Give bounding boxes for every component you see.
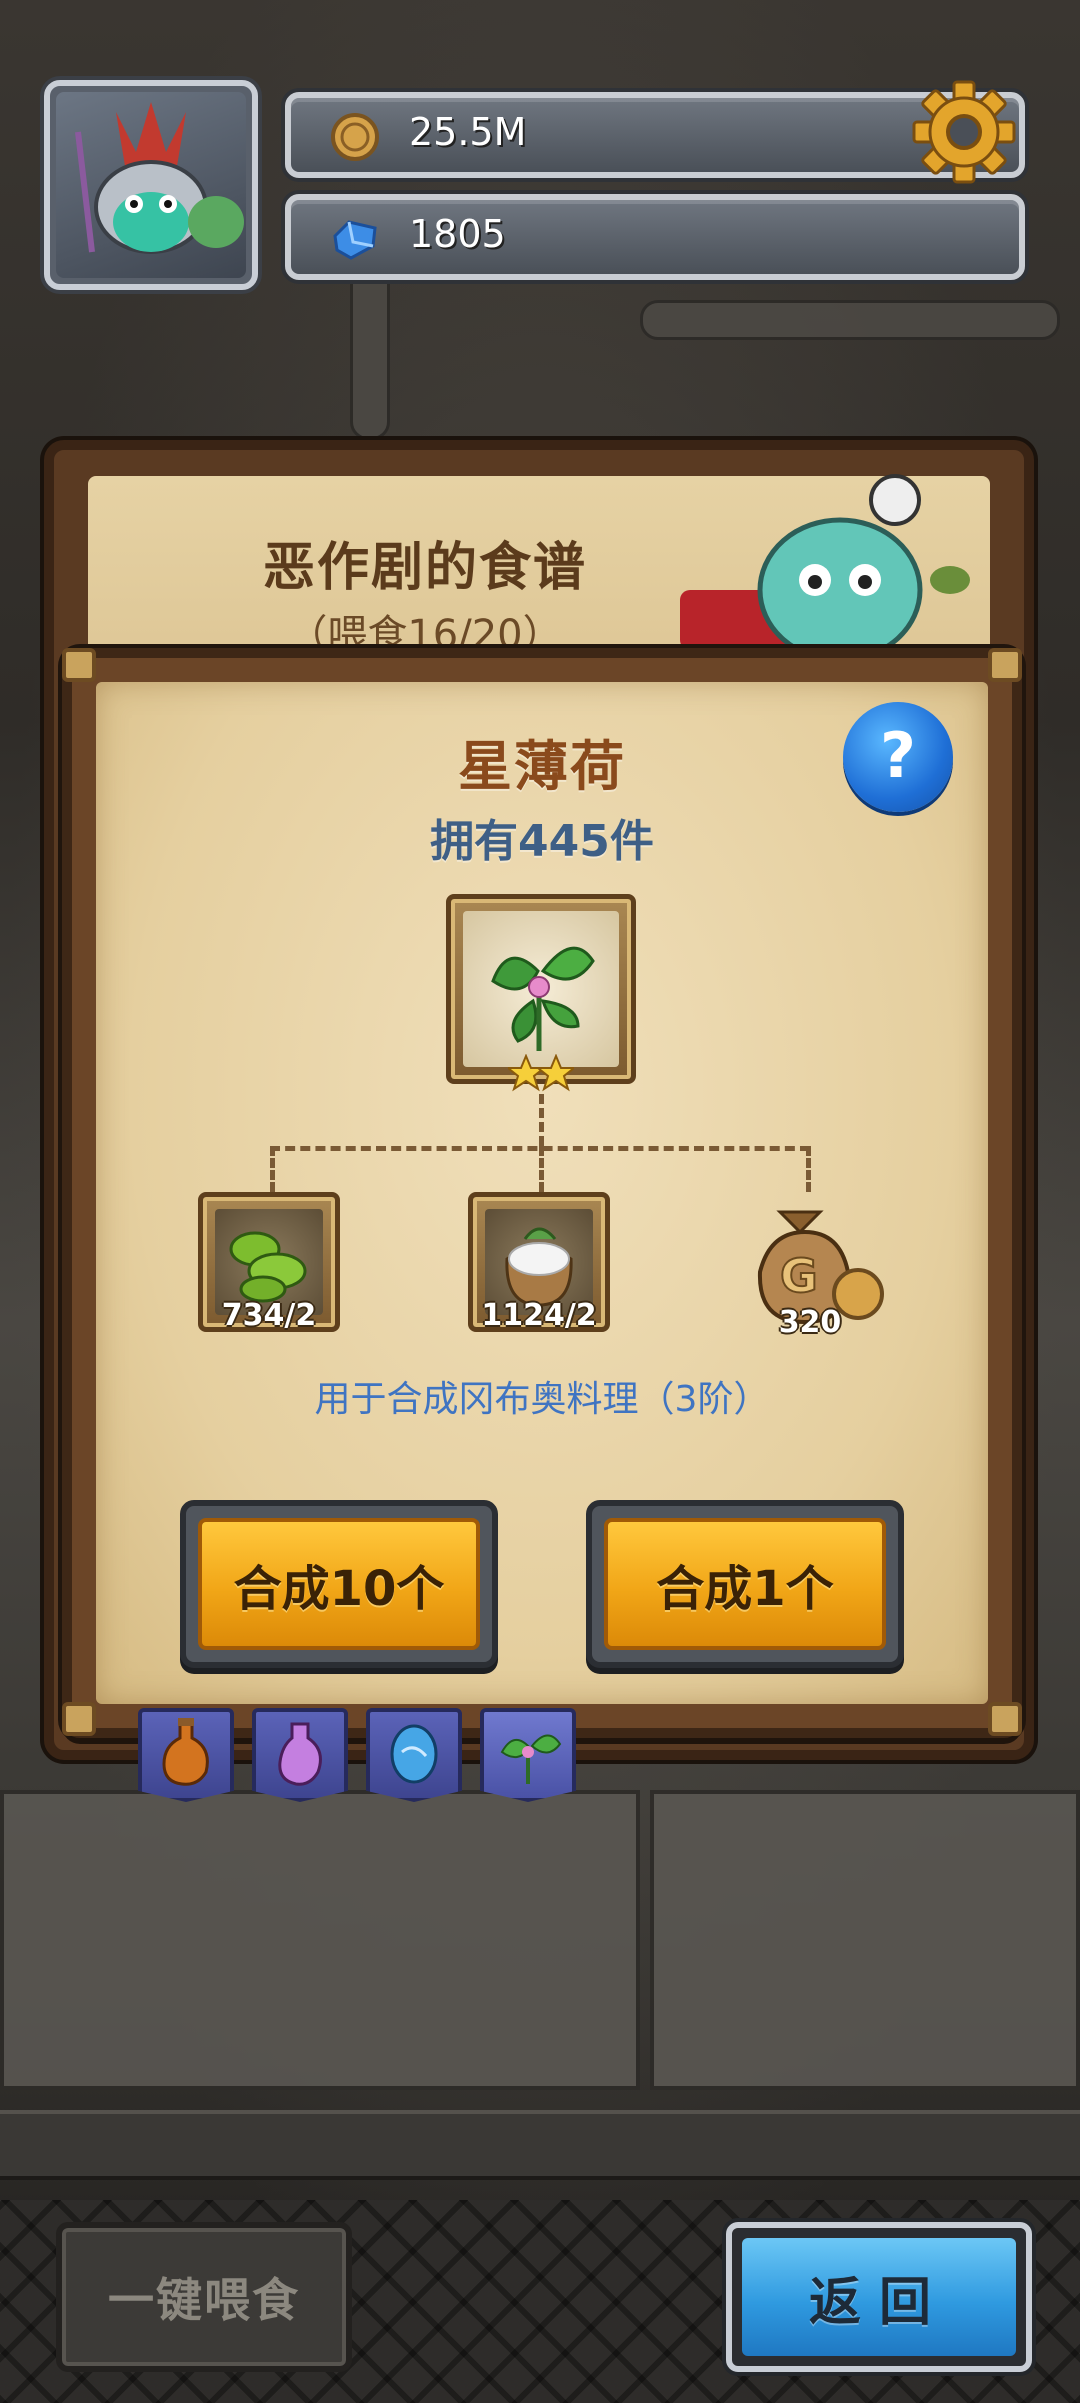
item-owned-count: 拥有445件 [430, 816, 654, 867]
gold-amount: 25.5M [409, 110, 527, 154]
material-slot[interactable]: 734/2 [198, 1192, 340, 1333]
return-label: 返回 [742, 2238, 1016, 2356]
blue-gem-icon [333, 220, 377, 260]
background-rail [0, 2110, 1080, 2180]
background-slab [650, 1790, 1080, 2090]
tab-potion[interactable] [138, 1708, 234, 1802]
panel-corner [62, 648, 96, 682]
background-pipe [640, 300, 1060, 340]
craft-1-label: 合成1个 [604, 1518, 886, 1650]
tab-blue-egg[interactable] [366, 1708, 462, 1802]
gold-cost-amount: 320 [778, 1305, 842, 1340]
blue-egg-icon [390, 1724, 438, 1784]
svg-text:G: G [780, 1249, 818, 1303]
tab-purple-potion[interactable] [252, 1708, 348, 1802]
background-slab [0, 1790, 640, 2090]
craft-10-label: 合成10个 [198, 1518, 480, 1650]
gold-coin-icon [331, 113, 379, 161]
material-slot[interactable]: 1124/2 [468, 1192, 610, 1333]
recipe-connector [539, 1146, 544, 1192]
one-click-feed-button[interactable]: 一键喂食 [56, 2222, 352, 2372]
panel-corner [988, 1702, 1022, 1736]
player-avatar[interactable] [44, 80, 258, 290]
recipe-connector [270, 1146, 275, 1192]
mint-leaf-icon [491, 946, 595, 1051]
tab-mint[interactable] [480, 1708, 576, 1802]
background-pipe [350, 260, 390, 440]
usage-description: 用于合成冈布奥料理（3阶） [314, 1379, 770, 1420]
panel-corner [62, 1702, 96, 1736]
avatar-image [56, 92, 246, 278]
purple-potion-icon [278, 1722, 322, 1786]
craft-10-button[interactable]: 合成10个 [180, 1500, 498, 1668]
gold-cost: G 320 [730, 1192, 890, 1342]
material-count: 1124/2 [481, 1298, 597, 1333]
settings-gear-icon[interactable] [910, 78, 1018, 186]
recipe-connector [539, 1094, 544, 1146]
gem-amount: 1805 [409, 212, 506, 256]
star-rating [508, 1054, 574, 1092]
recipe-monster-illustration [680, 474, 970, 660]
potion-bottle-icon [162, 1718, 209, 1786]
mint-leaf-icon [500, 1734, 562, 1784]
craft-1-button[interactable]: 合成1个 [586, 1500, 904, 1668]
recipe-title: 恶作剧的食谱 [262, 538, 587, 598]
gem-bar: 1805 [285, 194, 1025, 280]
panel-corner [988, 648, 1022, 682]
recipe-connector [806, 1146, 811, 1192]
help-button[interactable]: ? [843, 702, 953, 812]
return-button[interactable]: 返回 [726, 2222, 1032, 2372]
material-count: 734/2 [221, 1298, 317, 1333]
one-click-feed-label: 一键喂食 [108, 2273, 300, 2327]
